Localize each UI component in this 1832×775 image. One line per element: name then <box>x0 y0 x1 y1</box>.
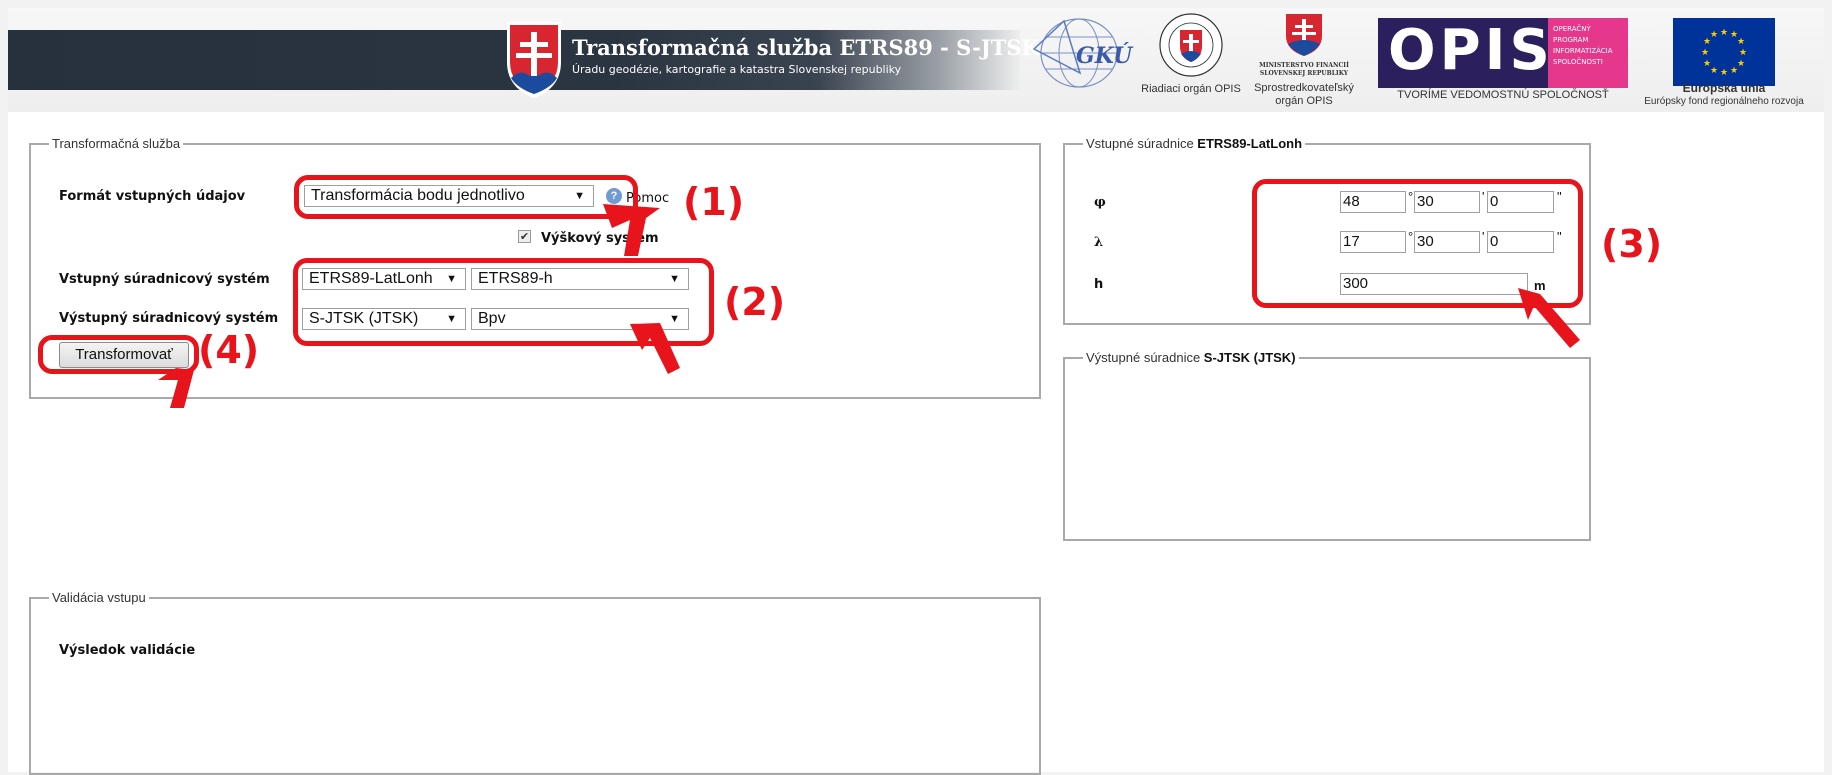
annotation-arrow-1-icon <box>603 204 660 256</box>
annotation-arrow-3-icon <box>1518 288 1580 348</box>
annotation-arrow-2-icon <box>630 323 680 374</box>
page: Transformačná služba ETRS89 - S-JTSK Úra… <box>8 8 1824 775</box>
annotation-arrows <box>158 204 1580 408</box>
annotation-arrow-4-icon <box>158 368 194 408</box>
